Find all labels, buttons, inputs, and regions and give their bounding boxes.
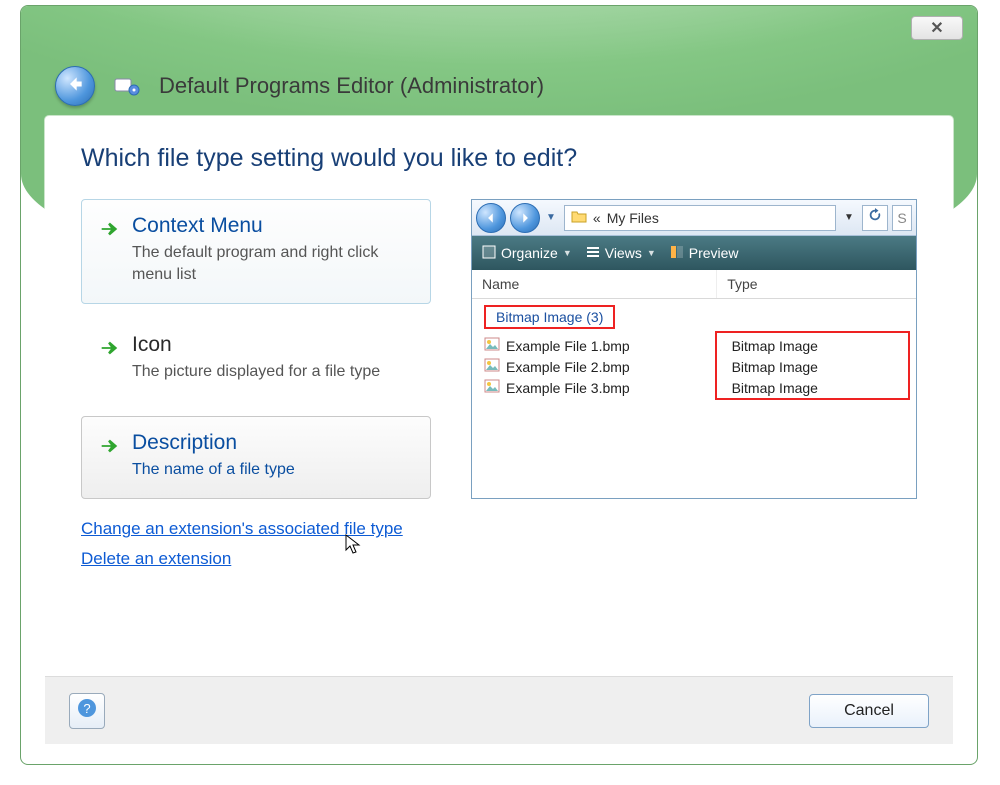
chevron-down-icon: ▼ xyxy=(563,248,572,258)
page-heading: Which file type setting would you like t… xyxy=(81,144,917,173)
organize-menu[interactable]: Organize ▼ xyxy=(482,245,572,262)
organize-icon xyxy=(482,245,496,262)
file-row[interactable]: Example File 3.bmp Bitmap Image xyxy=(472,377,916,398)
options-column: Context Menu The default program and rig… xyxy=(81,199,431,579)
back-button[interactable] xyxy=(55,66,95,106)
file-icon xyxy=(484,379,500,396)
app-window: ✕ Default Programs Editor (Administrator… xyxy=(20,5,978,765)
links-block: Change an extension's associated file ty… xyxy=(81,519,431,579)
arrow-right-icon xyxy=(98,218,120,240)
link-delete-ext[interactable]: Delete an extension xyxy=(81,549,231,569)
cancel-button[interactable]: Cancel xyxy=(809,694,929,728)
window-title: Default Programs Editor (Administrator) xyxy=(159,73,544,99)
help-icon: ? xyxy=(77,698,97,723)
preview-nav-toolbar: ▼ « My Files ▼ xyxy=(472,200,916,236)
views-menu[interactable]: Views ▼ xyxy=(586,245,656,262)
preview-icon xyxy=(670,245,684,262)
option-title: Description xyxy=(132,431,295,455)
chevron-down-icon: ▼ xyxy=(647,248,656,258)
organize-label: Organize xyxy=(501,245,558,261)
address-dropdown-icon[interactable]: ▼ xyxy=(840,205,858,231)
preview-column: ▼ « My Files ▼ xyxy=(471,199,917,579)
help-button[interactable]: ? xyxy=(69,693,105,729)
preview-forward-button[interactable] xyxy=(510,203,540,233)
views-label: Views xyxy=(605,245,642,261)
option-context-menu[interactable]: Context Menu The default program and rig… xyxy=(81,199,431,304)
views-icon xyxy=(586,245,600,262)
preview-command-toolbar: Organize ▼ Views xyxy=(472,236,916,270)
file-row[interactable]: Example File 1.bmp Bitmap Image xyxy=(472,335,916,356)
close-icon: ✕ xyxy=(930,18,943,38)
svg-text:?: ? xyxy=(83,701,90,716)
file-type: Bitmap Image xyxy=(722,338,916,354)
address-bar[interactable]: « My Files xyxy=(564,205,836,231)
file-icon xyxy=(484,337,500,354)
option-icon[interactable]: Icon The picture displayed for a file ty… xyxy=(81,318,431,402)
file-name: Example File 3.bmp xyxy=(506,380,630,396)
back-arrow-icon xyxy=(65,74,85,99)
file-row[interactable]: Example File 2.bmp Bitmap Image xyxy=(472,356,916,377)
file-list: Bitmap Image (3) Example File 1.bmp Bitm… xyxy=(472,299,916,406)
content-panel: Which file type setting would you like t… xyxy=(45,116,953,744)
header-nav: Default Programs Editor (Administrator) xyxy=(55,66,544,106)
option-title: Icon xyxy=(132,333,380,357)
preview-menu[interactable]: Preview xyxy=(670,245,739,262)
app-icon xyxy=(113,75,141,97)
file-icon xyxy=(484,358,500,375)
footer-bar: ? Cancel xyxy=(45,676,953,744)
link-change-assoc[interactable]: Change an extension's associated file ty… xyxy=(81,519,403,539)
option-desc: The picture displayed for a file type xyxy=(132,361,380,383)
refresh-icon xyxy=(868,208,882,227)
explorer-preview: ▼ « My Files ▼ xyxy=(471,199,917,499)
option-description[interactable]: Description The name of a file type xyxy=(81,416,431,500)
preview-back-button[interactable] xyxy=(476,203,506,233)
search-box[interactable]: S xyxy=(892,205,912,231)
group-header[interactable]: Bitmap Image (3) xyxy=(484,305,615,329)
folder-icon xyxy=(571,209,587,226)
column-type[interactable]: Type xyxy=(716,270,916,298)
file-name: Example File 1.bmp xyxy=(506,338,630,354)
file-type: Bitmap Image xyxy=(722,380,916,396)
file-list-header: Name Type xyxy=(472,270,916,299)
refresh-button[interactable] xyxy=(862,205,888,231)
breadcrumb-prefix: « xyxy=(593,210,601,226)
option-desc: The default program and right click menu… xyxy=(132,242,414,285)
search-placeholder: S xyxy=(897,210,906,226)
option-desc: The name of a file type xyxy=(132,459,295,481)
arrow-right-icon xyxy=(98,435,120,457)
file-name: Example File 2.bmp xyxy=(506,359,630,375)
arrow-right-icon xyxy=(98,337,120,359)
file-type: Bitmap Image xyxy=(722,359,916,375)
preview-label: Preview xyxy=(689,245,739,261)
close-button[interactable]: ✕ xyxy=(911,16,963,40)
breadcrumb-current: My Files xyxy=(607,210,659,226)
option-title: Context Menu xyxy=(132,214,414,238)
history-dropdown-icon[interactable]: ▼ xyxy=(546,212,556,223)
column-name[interactable]: Name xyxy=(472,270,716,298)
